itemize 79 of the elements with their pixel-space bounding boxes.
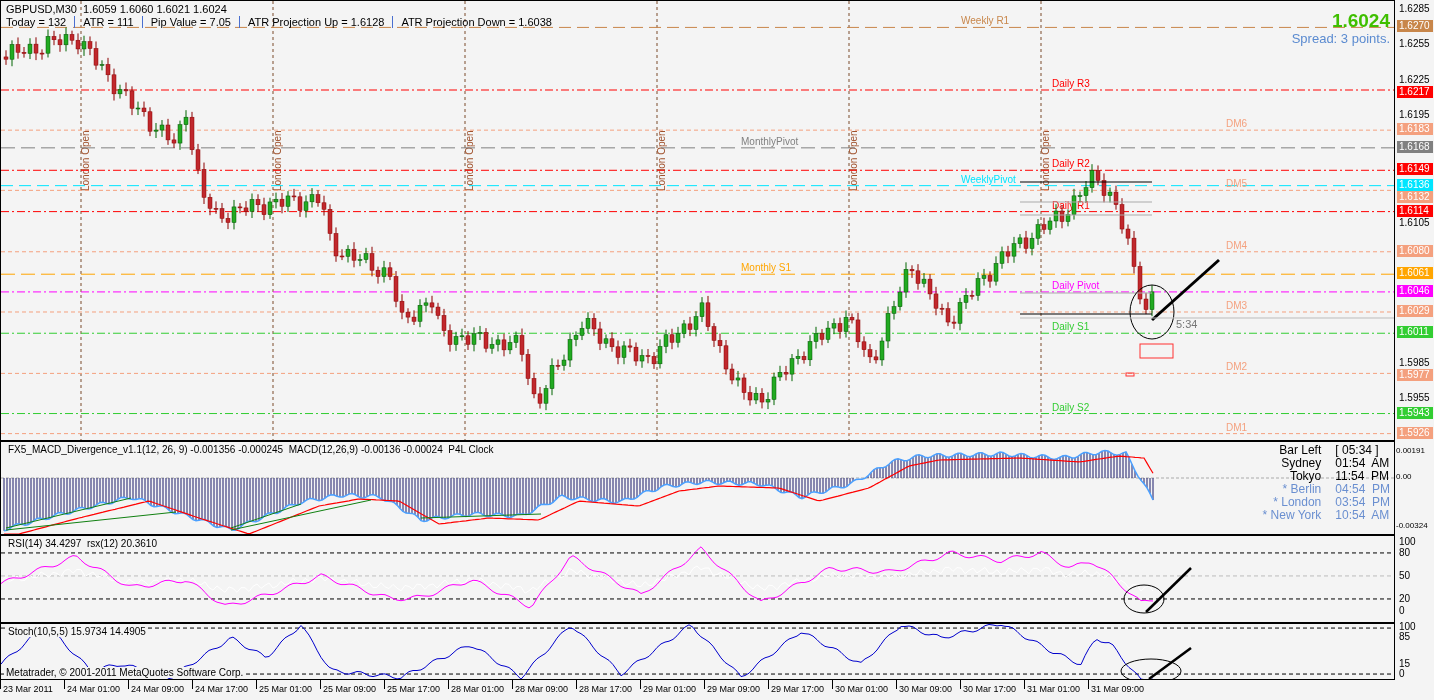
axis-label: 80	[1399, 547, 1411, 558]
clock-time: 10:54 AM	[1335, 509, 1390, 522]
copyright-text: Metatrader, © 2001-2011 MetaQuotes Software Corp.	[4, 667, 246, 678]
price-label: 1.5926	[1397, 426, 1433, 439]
indicator-title: FX5_MACD_Divergence_v1.1(12, 26, 9) -0.001356 -0.000245 MACD(12,26,9) -0.00136 -0.00024 P4L Clock	[6, 444, 496, 455]
axis-label: 1.6195	[1399, 108, 1430, 120]
price-label: 1.5977	[1397, 368, 1433, 381]
session-label: London Open	[656, 130, 667, 191]
stat-text: ATR = 111	[74, 16, 142, 28]
axis-label: 1.6255	[1399, 38, 1430, 50]
clock-label: Tokyo	[1289, 470, 1322, 483]
price-label: 1.6061	[1397, 267, 1433, 280]
clock-label: Sydney	[1280, 457, 1322, 470]
axis-label: -0.00324	[1396, 520, 1428, 531]
clock-time: 04:54 PM	[1335, 483, 1390, 496]
price-label: 1.6029	[1397, 305, 1433, 317]
level-label: Weekly R1	[961, 15, 1010, 27]
level-label: DM3	[1226, 300, 1248, 311]
price-label: 1.6168	[1397, 140, 1433, 153]
spread-text: Spread: 3 points.	[1291, 31, 1390, 46]
axis-label: 85	[1399, 631, 1411, 642]
axis-label: 100	[1399, 536, 1416, 547]
axis-label: 0.00191	[1396, 445, 1425, 456]
clock-label: Bar Left	[1278, 444, 1322, 457]
price-label: 1.5943	[1397, 406, 1433, 419]
axis-label: 0	[1399, 668, 1405, 679]
clock-time: [ 05:34 ]	[1335, 444, 1380, 457]
axis-label: 1.6105	[1399, 216, 1430, 228]
price-label: 1.6217	[1397, 85, 1433, 98]
stat-text: Pip Value = 7.05	[141, 16, 239, 28]
level-label: Monthly S1	[741, 262, 792, 274]
clock-label: * New York	[1262, 509, 1322, 522]
session-label: London Open	[80, 130, 91, 191]
session-label: London Open	[1040, 130, 1051, 191]
price-label: 1.6114	[1397, 204, 1433, 217]
axis-label: 0.00	[1396, 471, 1412, 482]
level-label: DM1	[1226, 421, 1248, 433]
clock-time: 03:54 PM	[1335, 496, 1390, 509]
price-label: 1.6046	[1397, 284, 1433, 297]
stat-text: Today = 132	[6, 16, 68, 28]
level-label: DM4	[1226, 239, 1248, 251]
axis-label: 1.6285	[1399, 2, 1430, 14]
level-label: MonthlyPivot	[741, 135, 799, 147]
level-label: Daily R2	[1052, 158, 1090, 170]
stat-text: ATR Projection Down = 1.6038	[392, 16, 560, 28]
indicator-title: Stoch(10,5,5) 15.9734 14.4905	[6, 626, 148, 637]
level-label: DM6	[1226, 118, 1248, 130]
axis-label: 1.5955	[1399, 392, 1430, 404]
price-label: 1.6080	[1397, 244, 1433, 257]
price-label: 1.6011	[1397, 326, 1433, 339]
price-label: 1.6136	[1397, 178, 1433, 191]
symbol-info: GBPUSD,M30 1.6059 1.6060 1.6021 1.6024	[6, 3, 228, 15]
stat-text: ATR Projection Up = 1.6128	[238, 16, 393, 28]
bar-timer: 5:34	[1176, 318, 1198, 330]
level-label: Daily Pivot	[1052, 279, 1100, 291]
clock-time: 01:54 AM	[1335, 457, 1390, 470]
price-label: 1.6270	[1397, 20, 1433, 33]
clock-label: * Berlin	[1281, 483, 1322, 496]
indicator-title: RSI(14) 34.4297 rsx(12) 20.3610	[6, 538, 159, 549]
axis-label: 0	[1399, 605, 1405, 616]
level-label: Daily S1	[1052, 321, 1090, 333]
axis-label: 20	[1399, 593, 1411, 604]
price-label: 1.6149	[1397, 163, 1433, 176]
axis-label: 50	[1399, 570, 1411, 581]
axis-label: 100	[1399, 621, 1416, 632]
level-label: DM2	[1226, 361, 1248, 373]
session-label: London Open	[464, 130, 475, 191]
session-label: London Open	[272, 130, 283, 191]
session-label: London Open	[848, 130, 859, 191]
level-label: Daily R3	[1052, 78, 1090, 89]
axis-label: 15	[1399, 658, 1411, 669]
level-label: Daily S2	[1052, 401, 1090, 413]
level-label: WeeklyPivot	[961, 173, 1016, 185]
axis-label: 1.6225	[1399, 73, 1430, 85]
axis-label: 1.5985	[1399, 356, 1430, 368]
current-price: 1.6024	[1331, 11, 1390, 31]
clock-time: 11:54 PM	[1335, 470, 1390, 483]
price-label: 1.6183	[1397, 123, 1433, 136]
clock-label: * London	[1272, 496, 1322, 509]
